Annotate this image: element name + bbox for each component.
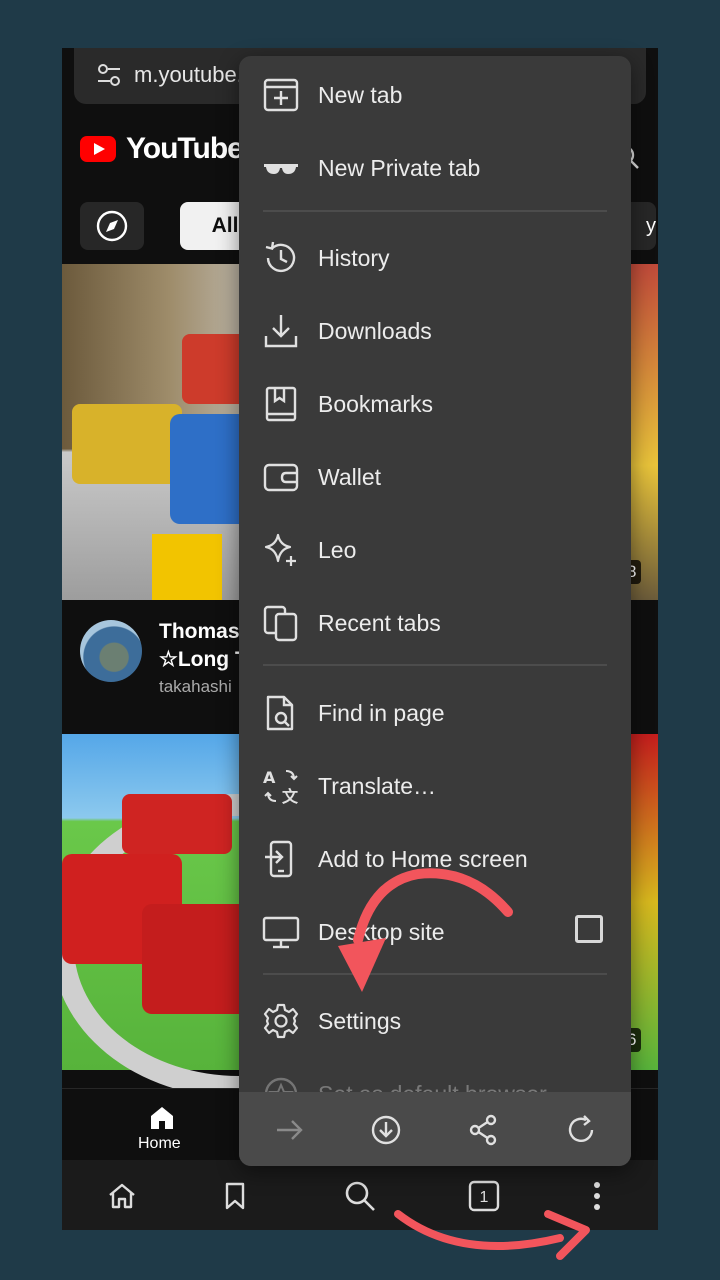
bookmarks-icon <box>261 384 301 424</box>
wallet-icon <box>261 457 301 497</box>
browser-home-button[interactable] <box>104 1178 140 1214</box>
new-tab-icon <box>261 75 301 115</box>
download-icon <box>261 311 301 351</box>
youtube-logo-icon[interactable] <box>80 136 116 162</box>
video-thumbnail-edge-2 <box>628 734 658 1070</box>
desktop-site-checkbox[interactable] <box>575 915 603 943</box>
search-icon <box>345 1181 375 1211</box>
leo-sparkle-icon <box>261 530 301 570</box>
menu-item-wallet[interactable]: Wallet <box>239 443 631 509</box>
menu-item-history[interactable]: History <box>239 224 631 290</box>
recent-tabs-icon <box>261 603 301 643</box>
explore-chip[interactable] <box>80 202 144 250</box>
history-icon <box>261 238 301 278</box>
menu-item-bookmarks[interactable]: Bookmarks <box>239 370 631 436</box>
menu-label: Add to Home screen <box>318 846 528 872</box>
menu-label: Recent tabs <box>318 610 441 636</box>
menu-label: New tab <box>318 82 403 108</box>
menu-item-new-private-tab[interactable]: New Private tab <box>239 134 631 200</box>
compass-icon <box>96 210 128 242</box>
browser-toolbar: 1 <box>62 1160 658 1230</box>
menu-label: Translate… <box>318 773 437 799</box>
menu-label: Wallet <box>318 464 382 490</box>
tabs-count-icon: 1 <box>468 1180 500 1212</box>
browser-bookmark-button[interactable] <box>217 1178 253 1214</box>
menu-item-new-tab[interactable]: New tab <box>239 61 631 127</box>
browser-overflow-menu: New tab New Private tab History Download… <box>239 56 631 1166</box>
add-home-icon <box>261 839 301 879</box>
menu-divider <box>263 210 607 212</box>
video-title-line2[interactable]: ☆Long T <box>159 647 248 672</box>
svg-text:A: A <box>263 768 276 787</box>
more-vertical-icon <box>594 1182 600 1210</box>
channel-name[interactable]: takahashi <box>159 677 232 697</box>
menu-action-bar <box>239 1092 631 1166</box>
menu-item-recent-tabs[interactable]: Recent tabs <box>239 589 631 655</box>
youtube-wordmark[interactable]: YouTube <box>126 132 244 166</box>
tab-switcher-button[interactable]: 1 <box>466 1178 502 1214</box>
menu-item-downloads[interactable]: Downloads <box>239 297 631 363</box>
menu-item-desktop-site[interactable]: Desktop site <box>239 898 631 964</box>
reload-icon <box>568 1115 594 1142</box>
menu-label: Downloads <box>318 318 432 344</box>
home-icon <box>109 1183 135 1209</box>
menu-item-translate[interactable]: A 文 Translate… <box>239 752 631 818</box>
settings-gear-icon <box>261 1001 301 1041</box>
menu-label: New Private tab <box>318 155 481 181</box>
channel-avatar[interactable] <box>80 620 142 682</box>
find-in-page-icon <box>261 693 301 733</box>
download-page-button[interactable] <box>366 1110 406 1150</box>
share-icon <box>469 1114 497 1146</box>
nav-home-label[interactable]: Home <box>138 1135 181 1153</box>
toy-train-yellow <box>72 404 182 484</box>
url-text[interactable]: m.youtube. <box>134 62 243 88</box>
svg-text:文: 文 <box>282 787 299 805</box>
menu-item-add-to-home[interactable]: Add to Home screen <box>239 825 631 891</box>
tab-count: 1 <box>480 1189 489 1206</box>
video-title-line1[interactable]: Thomas <box>159 620 240 644</box>
site-settings-icon[interactable] <box>96 62 122 88</box>
menu-label: History <box>318 245 390 271</box>
download-page-icon <box>371 1115 401 1145</box>
menu-item-find-in-page[interactable]: Find in page <box>239 679 631 745</box>
reload-button[interactable] <box>561 1110 601 1150</box>
video-thumbnail-edge-1 <box>628 264 658 600</box>
desktop-icon <box>261 912 301 952</box>
toy-block <box>152 534 222 600</box>
home-filled-icon[interactable] <box>148 1103 176 1131</box>
bookmark-icon <box>225 1182 245 1210</box>
browser-search-button[interactable] <box>342 1178 378 1214</box>
toy-engine <box>122 794 232 854</box>
menu-divider <box>263 664 607 666</box>
menu-label: Leo <box>318 537 357 563</box>
private-glasses-icon <box>261 148 301 188</box>
menu-item-settings[interactable]: Settings <box>239 987 631 1053</box>
forward-icon <box>277 1120 303 1140</box>
browser-menu-button[interactable] <box>579 1178 615 1214</box>
menu-divider <box>263 973 607 975</box>
menu-label: Desktop site <box>318 919 445 945</box>
translate-icon: A 文 <box>261 766 301 806</box>
forward-button[interactable] <box>269 1110 309 1150</box>
menu-label: Bookmarks <box>318 391 434 417</box>
menu-label: Find in page <box>318 700 445 726</box>
menu-label: Settings <box>318 1008 402 1034</box>
share-button[interactable] <box>463 1110 503 1150</box>
menu-item-leo[interactable]: Leo <box>239 516 631 582</box>
